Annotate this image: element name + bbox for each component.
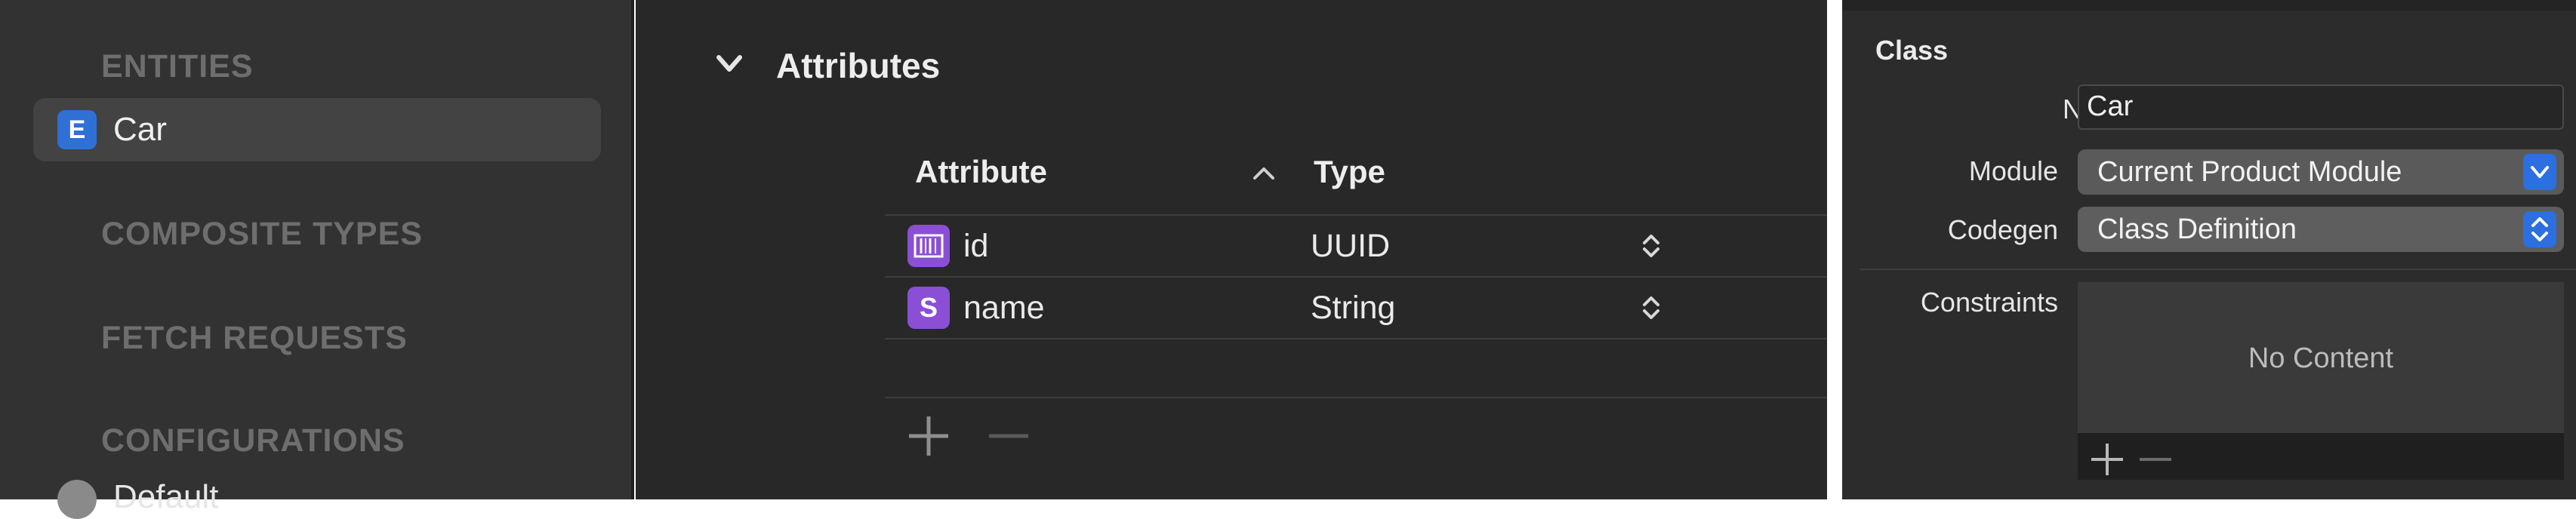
entity-sidebar: ENTITIES E Car COMPOSITE TYPES FETCH REQ…	[0, 0, 634, 519]
class-name-field[interactable]: Car	[2078, 84, 2564, 130]
string-type-icon: S	[907, 287, 950, 329]
class-heading: Class	[1875, 35, 1949, 66]
no-content-placeholder: No Content	[2248, 342, 2394, 374]
up-down-chevron-icon[interactable]	[1640, 293, 1662, 323]
footer-divider	[885, 397, 1827, 398]
configuration-icon	[57, 480, 97, 519]
configurations-heading: CONFIGURATIONS	[101, 422, 405, 459]
module-label: Module	[1968, 155, 2058, 186]
add-attribute-button[interactable]	[906, 413, 951, 459]
chevron-down-icon[interactable]	[2523, 154, 2556, 190]
module-popup[interactable]: Current Product Module	[2078, 149, 2564, 195]
data-model-inspector: Class Name Car Module Current Product Mo…	[1842, 0, 2576, 499]
codegen-label: Codegen	[1947, 214, 2058, 245]
sidebar-item-default[interactable]: Default	[113, 478, 218, 516]
constraints-label: Constraints	[1920, 287, 2058, 318]
up-down-chevron-icon[interactable]	[1640, 231, 1662, 261]
row-divider	[885, 338, 1827, 339]
section-title: Attributes	[776, 46, 941, 85]
column-header-attribute[interactable]: Attribute	[915, 154, 1047, 190]
remove-constraint-button[interactable]	[2137, 441, 2174, 478]
composite-types-heading: COMPOSITE TYPES	[101, 216, 423, 252]
up-down-chevron-icon[interactable]	[2523, 211, 2556, 247]
codegen-popup[interactable]: Class Definition	[2078, 207, 2564, 252]
chevron-down-icon[interactable]	[714, 48, 744, 78]
sort-ascending-icon[interactable]	[1252, 166, 1276, 181]
attribute-name[interactable]: id	[963, 228, 988, 265]
inspector-top-edge	[1842, 0, 2576, 11]
panel-gap	[1827, 0, 1842, 499]
attribute-name[interactable]: name	[963, 290, 1045, 327]
attribute-type[interactable]: UUID	[1311, 228, 1390, 265]
remove-attribute-button[interactable]	[986, 413, 1031, 459]
section-divider	[1860, 269, 2576, 270]
column-header-type[interactable]: Type	[1314, 154, 1385, 190]
entities-heading: ENTITIES	[101, 48, 254, 84]
uuid-type-icon	[907, 225, 950, 267]
attributes-editor: Attributes Attribute Type id UUID S name…	[636, 0, 1827, 499]
sidebar-item-label: Car	[113, 111, 167, 148]
add-constraint-button[interactable]	[2088, 441, 2126, 478]
entity-icon: E	[57, 110, 97, 149]
fetch-requests-heading: FETCH REQUESTS	[101, 320, 408, 356]
attribute-type[interactable]: String	[1311, 290, 1395, 327]
